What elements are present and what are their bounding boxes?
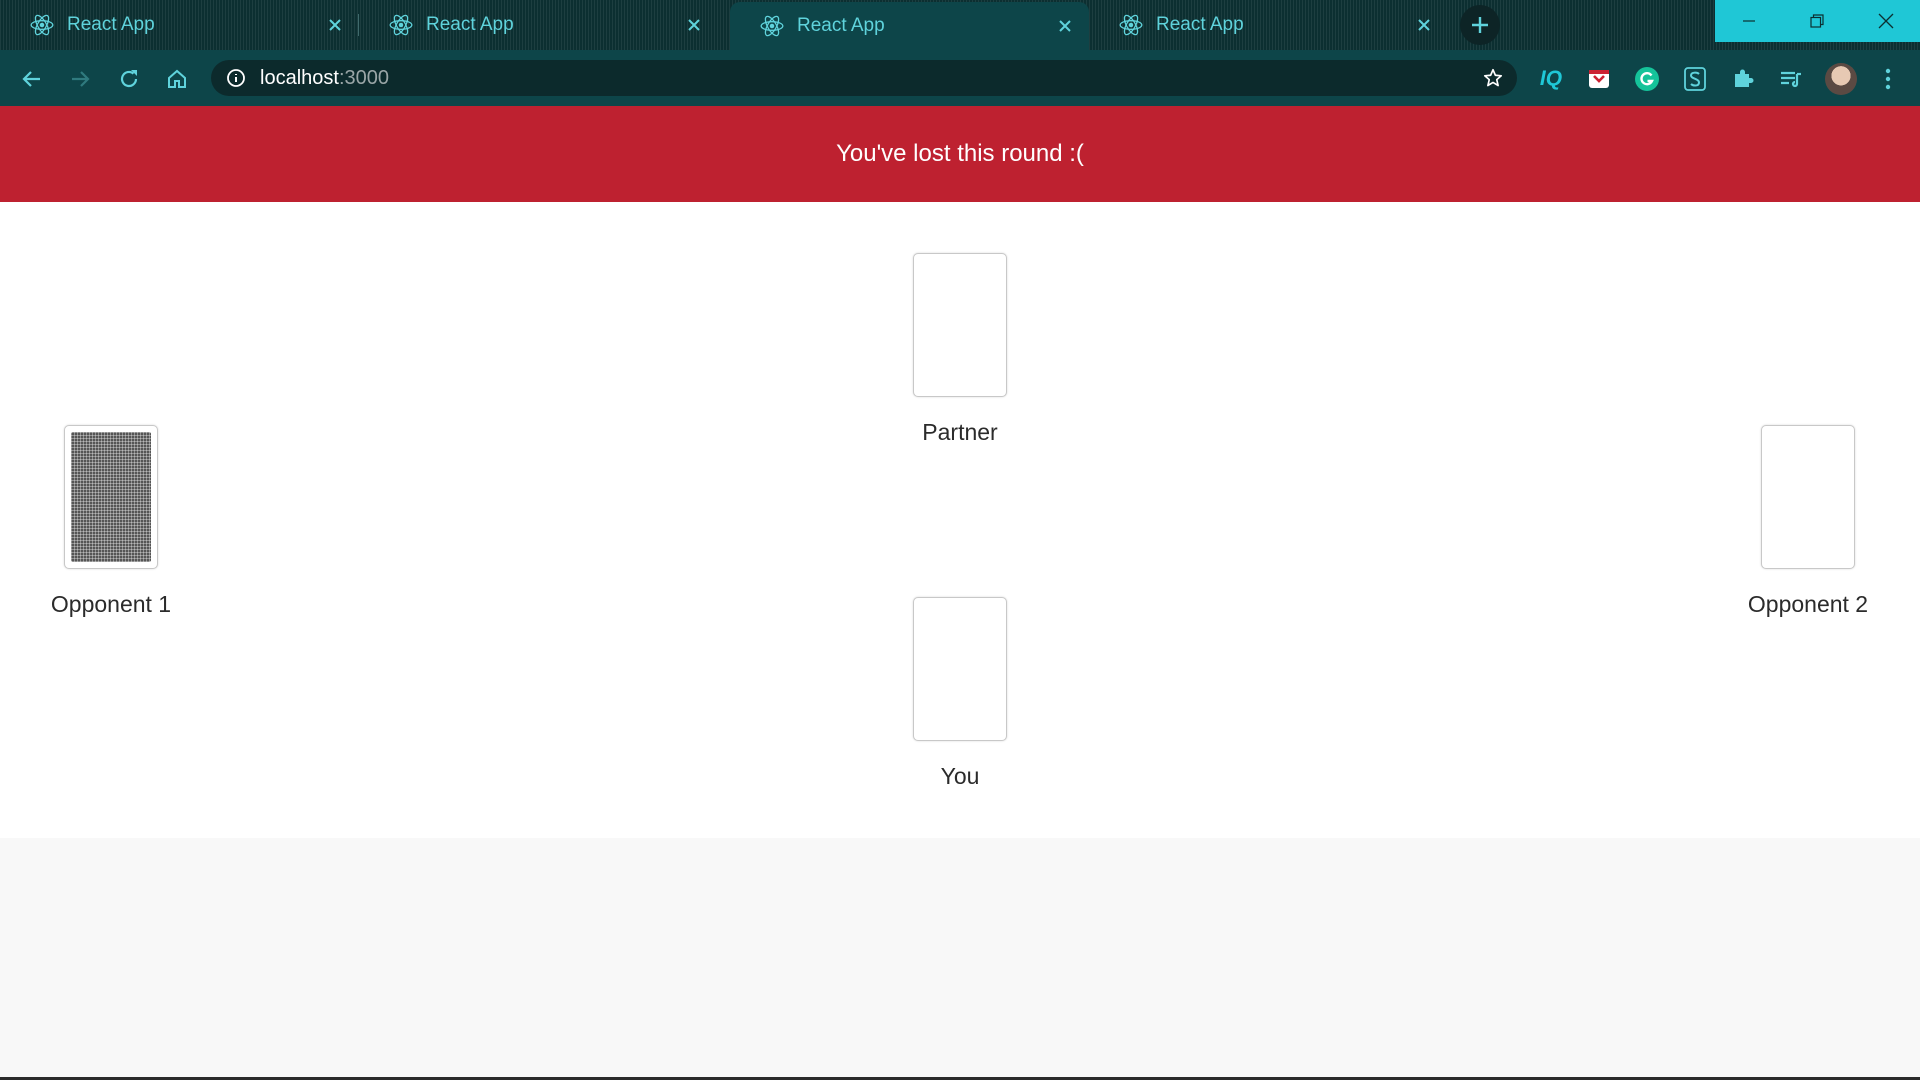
tab-title: React App (426, 14, 514, 35)
card-back-pattern (71, 432, 151, 562)
seat-opponent-2: Opponent 2 (1728, 425, 1888, 618)
close-tab-icon[interactable] (681, 12, 707, 38)
menu-kebab-icon[interactable] (1874, 65, 1902, 93)
reading-list-icon[interactable] (1777, 65, 1805, 93)
react-icon (389, 14, 413, 36)
close-tab-icon[interactable] (1052, 13, 1078, 39)
s-extension-icon[interactable] (1681, 65, 1709, 93)
site-info-icon[interactable] (225, 67, 247, 89)
new-tab-button[interactable] (1459, 5, 1501, 45)
browser-titlebar: React App React App React App React App (0, 0, 1920, 50)
seat-label-you: You (940, 763, 980, 789)
iq-icon[interactable]: IQ (1537, 65, 1565, 93)
home-icon (168, 69, 186, 88)
browser-tab-2[interactable]: React App (359, 0, 718, 50)
minimize-icon (1743, 20, 1755, 22)
back-button[interactable] (17, 64, 47, 94)
bookmark-star-icon[interactable] (1482, 67, 1504, 89)
grammarly-icon[interactable] (1633, 65, 1661, 93)
restore-icon (1810, 14, 1824, 28)
react-icon (30, 14, 54, 36)
arrow-left-icon (22, 71, 40, 87)
browser-tab-4[interactable]: React App (1089, 0, 1448, 50)
browser-tab-1[interactable]: React App (0, 0, 359, 50)
browser-tab-3-active[interactable]: React App (730, 2, 1089, 50)
opponent-1-card-face-down (64, 425, 158, 569)
seat-label-opponent-2: Opponent 2 (1747, 591, 1869, 617)
forward-button[interactable] (65, 64, 95, 94)
seat-label-partner: Partner (922, 419, 998, 445)
tab-title: React App (1156, 14, 1244, 35)
your-card-slot[interactable] (913, 597, 1007, 741)
reload-button[interactable] (114, 64, 144, 94)
arrow-right-icon (72, 71, 90, 87)
address-host: localhost (260, 66, 339, 89)
minimize-button[interactable] (1715, 0, 1783, 42)
page-viewport: You've lost this round :( Partner Oppone… (0, 106, 1920, 1080)
browser-toolbar: localhost:3000 IQ (0, 50, 1920, 106)
round-result-banner: You've lost this round :( (0, 106, 1920, 202)
react-icon (760, 15, 784, 37)
partner-card-slot (913, 253, 1007, 397)
close-icon (1878, 13, 1893, 29)
address-port: :3000 (338, 66, 389, 89)
seat-you: You (880, 597, 1040, 790)
close-window-button[interactable] (1851, 0, 1920, 42)
seat-opponent-1: Opponent 1 (31, 425, 191, 618)
close-tab-icon[interactable] (322, 12, 348, 38)
seat-label-opponent-1: Opponent 1 (50, 591, 172, 617)
round-result-text: You've lost this round :( (836, 140, 1084, 167)
address-url: localhost:3000 (260, 67, 389, 90)
puzzle-icon[interactable] (1729, 65, 1757, 93)
profile-avatar[interactable] (1825, 63, 1857, 95)
tab-title: React App (67, 14, 155, 35)
close-tab-icon[interactable] (1411, 12, 1437, 38)
pocket-icon[interactable] (1585, 65, 1613, 93)
game-table: Partner Opponent 1 Opponent 2 You (0, 202, 1920, 838)
home-button[interactable] (162, 64, 192, 94)
address-bar[interactable]: localhost:3000 (211, 60, 1517, 96)
plus-icon (1460, 5, 1500, 45)
restore-button[interactable] (1783, 0, 1851, 42)
opponent-2-card-slot (1761, 425, 1855, 569)
tab-title: React App (797, 15, 885, 36)
react-icon (1119, 14, 1143, 36)
reload-icon (120, 70, 138, 88)
seat-partner: Partner (880, 253, 1040, 446)
